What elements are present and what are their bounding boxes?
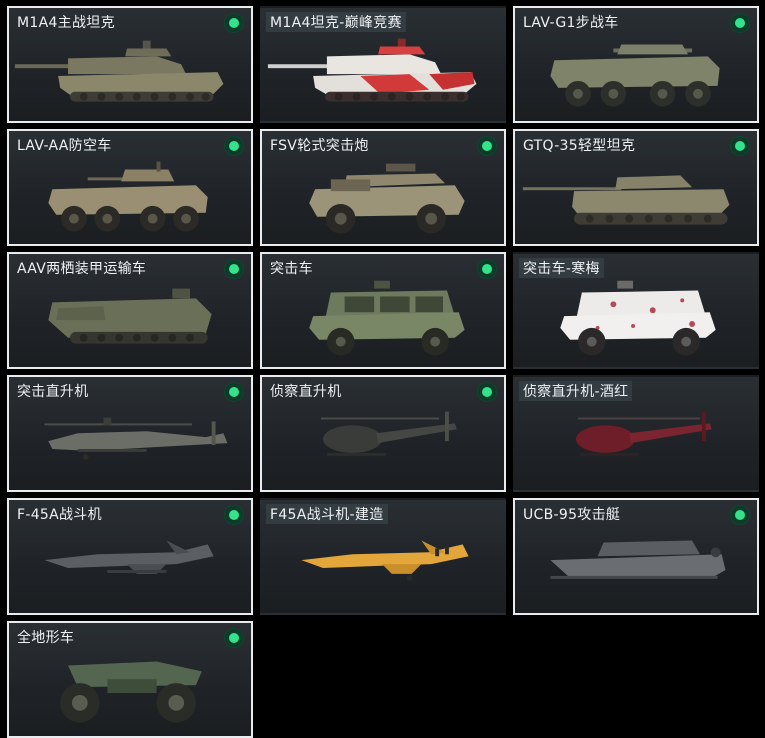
status-dot-icon [225,383,243,401]
vehicle-card-fsv[interactable]: FSV轮式突击炮 [260,129,506,246]
status-dot-icon [731,14,749,32]
fighter-jet-icon [9,526,251,613]
ifv-icon [515,34,757,121]
status-dot-icon [478,383,496,401]
status-dot-icon [225,137,243,155]
vehicle-name: GTQ-35轻型坦克 [523,138,636,154]
status-dot-icon [731,506,749,524]
vehicle-name: 侦察直升机-酒红 [519,381,633,401]
status-dot-icon [731,137,749,155]
vehicle-name: LAV-G1步战车 [523,15,619,31]
vehicle-name: FSV轮式突击炮 [270,138,369,154]
scout-helicopter-icon [262,403,504,490]
vehicle-name: 突击车-寒梅 [519,258,604,278]
vehicle-name: 突击车 [270,261,313,277]
vehicle-card-m1a4[interactable]: M1A4主战坦克 [7,6,253,123]
vehicle-card-ucb-95[interactable]: UCB-95攻击艇 [513,498,759,615]
vehicle-card-m1a4-racing[interactable]: M1A4坦克-巅峰竞赛 [260,6,506,123]
vehicle-card-assault-car-plum[interactable]: 突击车-寒梅 [513,252,759,369]
aa-vehicle-icon [9,157,251,244]
amphibious-vehicle-icon [9,280,251,367]
status-dot-icon [225,14,243,32]
vehicle-name: UCB-95攻击艇 [523,507,621,523]
status-dot-icon [225,506,243,524]
status-dot-icon [478,137,496,155]
vehicle-card-aav[interactable]: AAV两栖装甲运输车 [7,252,253,369]
vehicle-name: AAV两栖装甲运输车 [17,261,147,277]
vehicle-name: M1A4坦克-巅峰竞赛 [266,12,406,32]
attack-helicopter-icon [9,403,251,490]
vehicle-card-scout-helicopter-wine[interactable]: 侦察直升机-酒红 [513,375,759,492]
vehicle-card-atv[interactable]: 全地形车 [7,621,253,738]
status-dot-icon [225,260,243,278]
status-dot-icon [478,260,496,278]
vehicle-name: 全地形车 [17,630,75,646]
vehicle-card-f45a-construction[interactable]: F45A战斗机-建造 [260,498,506,615]
vehicle-name: M1A4主战坦克 [17,15,115,31]
assault-car-icon [262,280,504,367]
atv-icon [9,649,251,736]
vehicle-card-assault-car[interactable]: 突击车 [260,252,506,369]
vehicle-card-gtq-35[interactable]: GTQ-35轻型坦克 [513,129,759,246]
vehicle-card-scout-helicopter[interactable]: 侦察直升机 [260,375,506,492]
vehicle-name: 侦察直升机 [270,384,342,400]
status-dot-icon [225,629,243,647]
assault-car-plum-icon [515,280,757,367]
vehicle-card-attack-helicopter[interactable]: 突击直升机 [7,375,253,492]
vehicle-grid: M1A4主战坦克 M1A4坦克-巅峰竞赛 LAV-G1步战车 LAV-AA防空车… [7,6,761,738]
tank-racing-icon [262,34,504,121]
vehicle-name: F-45A战斗机 [17,507,102,523]
fighter-jet-construction-icon [262,526,504,613]
light-tank-icon [515,157,757,244]
tank-icon [9,34,251,121]
vehicle-card-lav-g1[interactable]: LAV-G1步战车 [513,6,759,123]
vehicle-name: LAV-AA防空车 [17,138,112,154]
vehicle-name: F45A战斗机-建造 [266,504,388,524]
vehicle-card-lav-aa[interactable]: LAV-AA防空车 [7,129,253,246]
vehicle-card-f-45a[interactable]: F-45A战斗机 [7,498,253,615]
wheeled-gun-icon [262,157,504,244]
scout-helicopter-wine-icon [515,403,757,490]
attack-boat-icon [515,526,757,613]
vehicle-name: 突击直升机 [17,384,89,400]
